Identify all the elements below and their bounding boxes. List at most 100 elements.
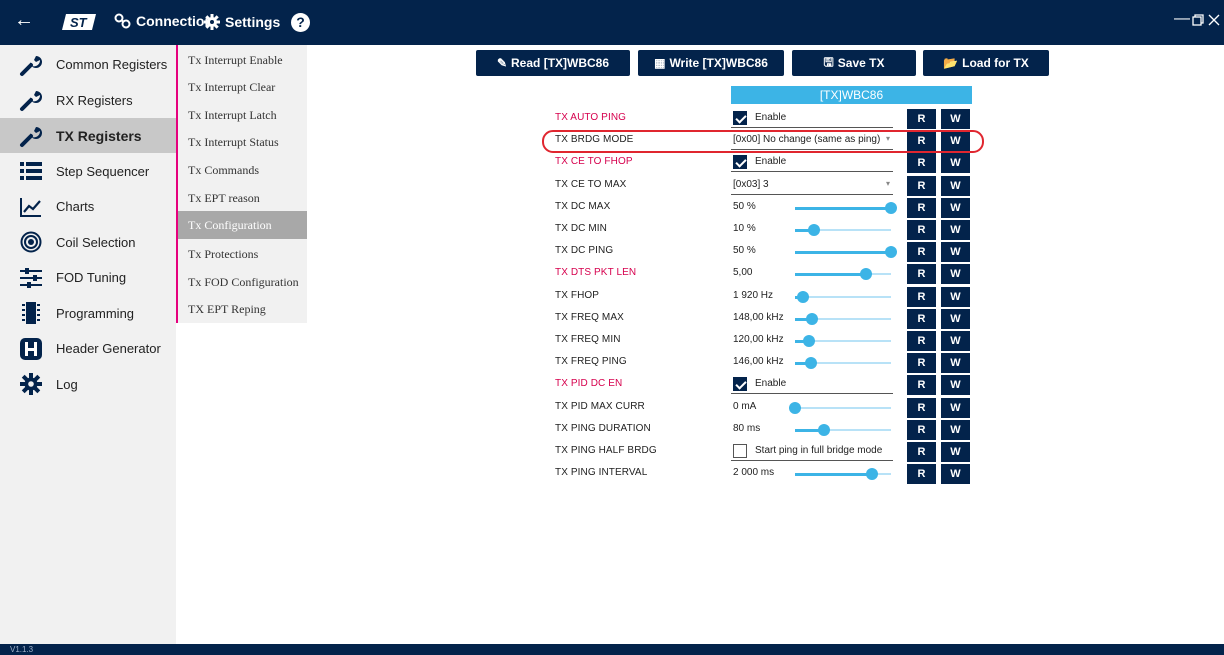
status-bar: V1.1.3 [0,644,1224,655]
slider-thumb[interactable] [808,224,820,236]
write-register-button[interactable]: W [941,220,970,240]
register-row-tx-fhop: TX FHOP 1 920 Hz R W [0,286,1224,308]
write-register-button[interactable]: W [941,153,970,174]
read-register-button[interactable]: R [907,419,936,440]
version-label: V1.1.3 [10,645,34,654]
write-register-button[interactable]: W [941,419,970,440]
slider-track[interactable] [795,406,891,409]
read-register-button[interactable]: R [907,308,936,329]
slider-fill [795,206,891,210]
slider-thumb[interactable] [805,357,817,370]
slider-thumb[interactable] [885,246,897,259]
read-register-button[interactable]: R [907,375,936,396]
slider-thumb[interactable] [818,423,830,436]
register-row-tx-ping-duration: TX PING DURATION 80 ms R W [0,419,1224,441]
write-register-button[interactable]: W [941,331,970,351]
subnav-item-tx-interrupt-clear[interactable]: Tx Interrupt Clear [178,76,307,98]
write-register-button[interactable]: W [941,286,970,307]
read-register-button[interactable]: R [907,286,936,307]
register-label: TX PID DC EN [555,378,623,390]
sidebar-item-label: RX Registers [56,92,133,108]
slider-value: 1 920 Hz [733,289,774,301]
write-register-button[interactable]: W [941,442,970,462]
back-arrow-icon[interactable]: ← [14,9,34,32]
write-register-button[interactable]: W [941,109,970,129]
register-label: TX FREQ MIN [555,334,621,345]
enable-checkbox[interactable] [733,111,747,125]
write-register-button[interactable]: W [941,197,970,218]
read-register-button[interactable]: R [907,109,936,129]
minimize-icon[interactable]: — [1174,10,1190,28]
slider-thumb[interactable] [885,201,897,214]
read-register-button[interactable]: R [907,175,936,196]
write-register-button[interactable]: W [941,308,970,329]
register-label: TX DC PING [555,245,614,257]
slider-thumb[interactable] [806,312,818,325]
register-label: TX PING DURATION [555,422,651,434]
enable-checkbox[interactable] [733,444,747,458]
register-label: TX CE TO FHOP [555,156,633,168]
help-icon[interactable]: ? [291,13,310,32]
slider-value: 148,00 kHz [733,311,784,323]
close-icon[interactable] [1208,14,1220,26]
register-row-tx-freq-ping: TX FREQ PING 146,00 kHz R W [0,352,1224,374]
settings-menu[interactable]: Settings [203,13,280,31]
read-register-button[interactable]: R [907,464,936,485]
read-register-button[interactable]: R [907,153,936,174]
slider-value: 5,00 [733,267,753,279]
chevron-down-icon[interactable]: ▾ [886,179,890,188]
slider-thumb[interactable] [866,468,878,481]
write-register-button[interactable]: W [941,464,970,485]
register-row-tx-pid-max-curr: TX PID MAX CURR 0 mA R W [0,397,1224,419]
register-row-tx-ce-to-fhop: TX CE TO FHOP Enable R W [0,152,1224,174]
save-button[interactable]: 🖫 Save TX [792,50,916,76]
write-register-button[interactable]: W [941,242,970,263]
register-label: TX FREQ MAX [555,311,624,323]
read-button[interactable]: ✎ Read [TX]WBC86 [476,50,630,76]
field-underline [731,127,893,128]
load-button[interactable]: 📂 Load for TX [923,50,1049,76]
write-register-button[interactable]: W [941,353,970,374]
slider-thumb[interactable] [789,401,801,414]
connection-menu[interactable]: Connection [114,13,213,29]
slider-thumb[interactable] [803,335,815,347]
subnav-item-tx-interrupt-enable[interactable]: Tx Interrupt Enable [178,49,307,71]
value-dropdown[interactable]: [0x03] 3 [733,179,769,190]
read-register-button[interactable]: R [907,397,936,418]
title-bar: ← ST Connection Settings ? — [0,0,1224,45]
slider-value: 10 % [733,223,756,234]
read-register-button[interactable]: R [907,353,936,374]
write-register-button[interactable]: W [941,375,970,396]
slider-value: 2 000 ms [733,467,775,479]
checkbox-label: Start ping in full bridge mode [755,445,883,456]
slider-value: 146,00 kHz [733,356,784,368]
write-register-button[interactable]: W [941,397,970,418]
read-register-button[interactable]: R [907,442,936,462]
read-register-button[interactable]: R [907,220,936,240]
write-register-button[interactable]: W [941,175,970,196]
enable-checkbox[interactable] [733,377,747,392]
read-register-button[interactable]: R [907,264,936,285]
read-register-button[interactable]: R [907,242,936,263]
slider-thumb[interactable] [860,268,872,281]
slider-value: 80 ms [733,422,761,434]
slider-thumb[interactable] [797,290,809,303]
sidebar-item-common-registers[interactable]: Common Registers [0,47,176,82]
register-row-tx-ping-half-brdg: TX PING HALF BRDG Start ping in full brid… [0,441,1224,463]
connection-label: Connection [136,13,213,29]
read-register-button[interactable]: R [907,331,936,351]
write-button[interactable]: ▦ Write [TX]WBC86 [638,50,784,76]
device-column-header: [TX]WBC86 [731,86,972,104]
restore-icon[interactable] [1192,14,1204,26]
load-button-label: Load for TX [962,56,1029,70]
slider-value: 50 % [733,245,756,257]
slider-fill [795,473,872,477]
enable-checkbox[interactable] [733,155,747,170]
slider-track[interactable] [795,295,891,298]
slider-fill [795,251,891,255]
read-register-button[interactable]: R [907,197,936,218]
write-register-button[interactable]: W [941,264,970,285]
field-underline [731,460,893,461]
register-row-tx-freq-min: TX FREQ MIN 120,00 kHz R W [0,330,1224,352]
slider-value: 120,00 kHz [733,334,784,345]
